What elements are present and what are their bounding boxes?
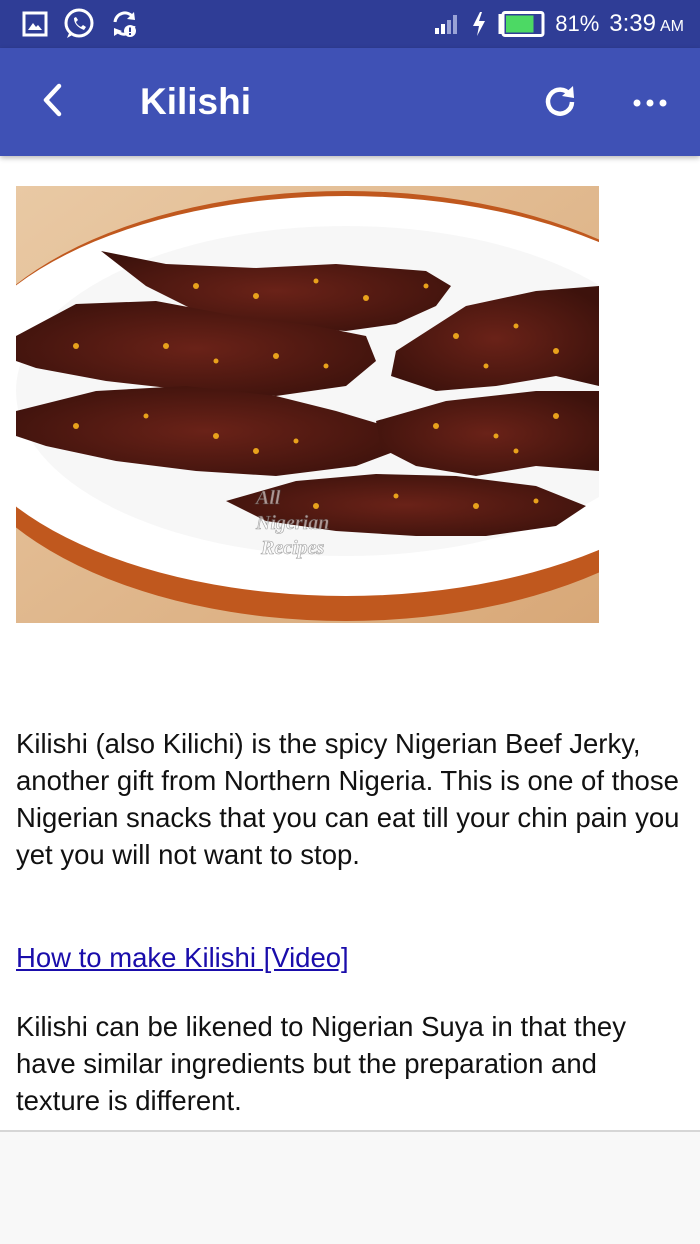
more-options-button[interactable] [626, 78, 674, 126]
app-bar: Kilishi [0, 48, 700, 156]
signal-icon [433, 12, 461, 36]
clock: 3:39 AM [609, 10, 684, 38]
charging-icon [471, 11, 487, 37]
watermark-line-1: All [254, 487, 281, 509]
refresh-button[interactable] [536, 78, 584, 126]
watermark-line-2: Nigerian [255, 512, 329, 534]
battery-percent: 81% [555, 11, 600, 36]
whatsapp-icon [62, 7, 96, 41]
article-paragraph-2: Kilishi can be likened to Nigerian Suya … [16, 1011, 626, 1116]
bottom-area [0, 1132, 700, 1244]
clock-ampm: AM [660, 18, 684, 35]
gallery-icon [22, 11, 48, 37]
kilishi-photo: All Nigerian Recipes [16, 186, 599, 623]
battery-icon [497, 11, 545, 37]
sync-alert-icon [110, 9, 140, 39]
back-arrow-icon [39, 83, 69, 121]
clock-time: 3:39 [609, 10, 656, 37]
status-bar: 81% 3:39 AM [0, 0, 700, 48]
refresh-icon [542, 82, 578, 122]
back-button[interactable] [30, 78, 78, 126]
watermark-line-3: Recipes [260, 537, 325, 559]
page-title: Kilishi [140, 81, 252, 122]
more-vert-icon [633, 93, 667, 112]
article-paragraph-1: Kilishi (also Kilichi) is the spicy Nige… [16, 728, 680, 870]
video-link[interactable]: How to make Kilishi [Video] [16, 939, 684, 976]
